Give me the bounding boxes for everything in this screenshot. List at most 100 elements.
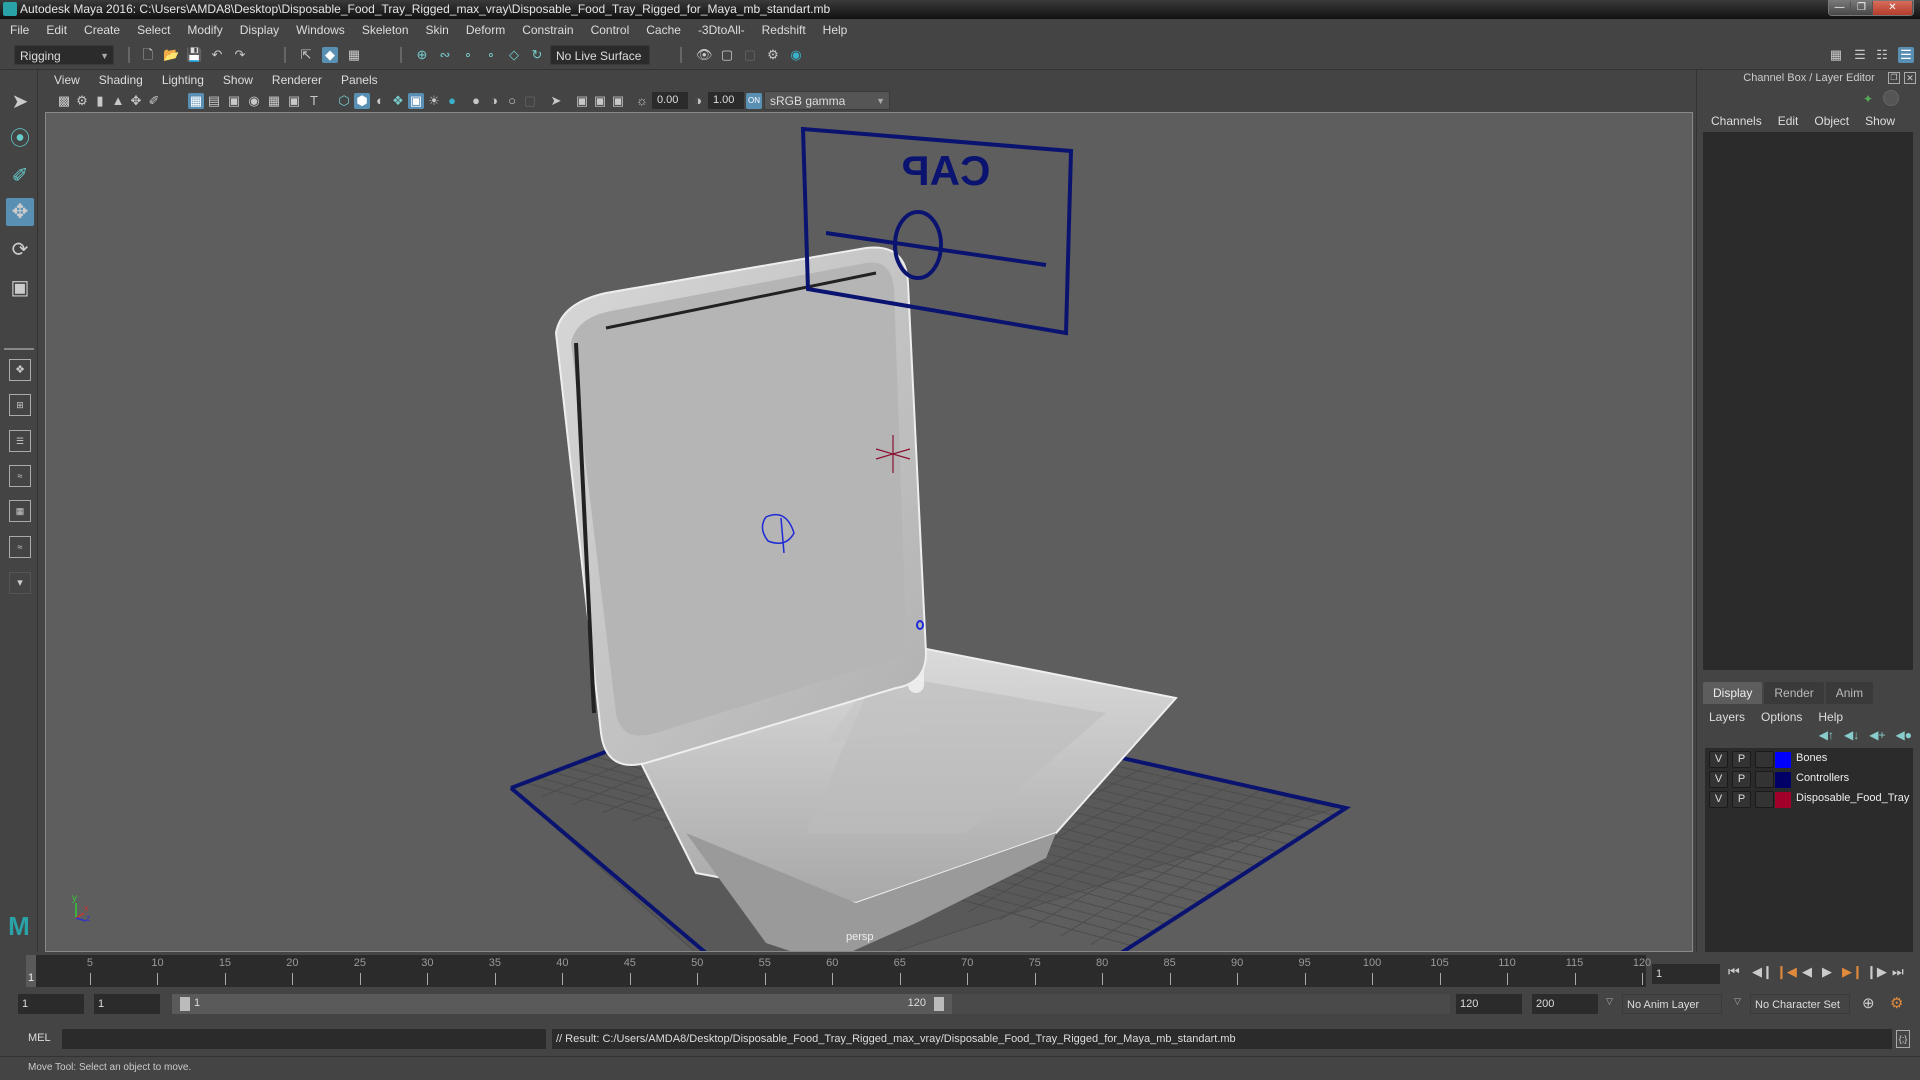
menu-redshift[interactable]: Redshift: [762, 23, 806, 37]
gate-mask-icon[interactable]: ◉: [246, 93, 262, 109]
command-language-toggle[interactable]: MEL: [28, 1032, 51, 1044]
menu-display[interactable]: Display: [240, 23, 279, 37]
move-layer-up-icon[interactable]: ◀↑: [1819, 728, 1834, 742]
grease-pencil-icon[interactable]: ✐: [146, 93, 162, 109]
menu-set-dropdown[interactable]: Rigging ▼: [14, 45, 114, 65]
menu-help[interactable]: Help: [823, 23, 848, 37]
snap-curve-icon[interactable]: ∾: [437, 47, 453, 63]
step-forward-key-icon[interactable]: ▶❙: [1842, 964, 1863, 980]
camera-attributes-icon[interactable]: ⚙: [74, 93, 90, 109]
display-type-toggle[interactable]: [1755, 791, 1774, 808]
visibility-toggle[interactable]: V: [1709, 791, 1728, 808]
color-space-dropdown[interactable]: sRGB gamma ▼: [764, 91, 890, 110]
menu-create[interactable]: Create: [84, 23, 120, 37]
resolution-gate-icon[interactable]: ▣: [226, 93, 242, 109]
anti-aliasing-icon[interactable]: ◑: [486, 93, 502, 109]
playback-toggle[interactable]: P: [1732, 771, 1751, 788]
ipr-render-icon[interactable]: ▢: [742, 47, 758, 63]
options-menu[interactable]: Options: [1761, 710, 1802, 724]
viewport-menu-view[interactable]: View: [54, 73, 80, 87]
move-layer-down-icon[interactable]: ◀↓: [1844, 728, 1859, 742]
paint-select-tool-icon[interactable]: ✐: [6, 162, 34, 190]
auto-key-icon[interactable]: ⊕: [1862, 994, 1875, 1012]
single-perspective-layout-icon[interactable]: ❖: [9, 359, 31, 381]
layer-name[interactable]: Controllers: [1796, 772, 1849, 784]
tab-render[interactable]: Render: [1764, 682, 1824, 704]
select-camera-icon[interactable]: ▩: [56, 93, 72, 109]
exposure-field[interactable]: 0.00: [652, 92, 688, 109]
step-back-frame-icon[interactable]: ◀❙: [1752, 964, 1773, 980]
step-back-key-icon[interactable]: ❙◀: [1776, 964, 1797, 980]
persp-graph-layout-icon[interactable]: ≈: [9, 465, 31, 487]
restore-button[interactable]: ❐: [1851, 1, 1873, 15]
range-start-handle[interactable]: [180, 997, 190, 1011]
gamma-field[interactable]: 1.00: [708, 92, 744, 109]
safe-action-icon[interactable]: ▣: [286, 93, 302, 109]
chevron-down-icon[interactable]: ▽: [1606, 996, 1613, 1007]
layer-color-swatch[interactable]: [1775, 792, 1791, 808]
snap-point-icon[interactable]: ∘: [460, 47, 476, 63]
make-live-icon[interactable]: ↻: [529, 47, 545, 63]
move-tool-icon[interactable]: ✥: [6, 198, 34, 226]
backface-icon[interactable]: ▣: [610, 93, 626, 109]
default-material-icon[interactable]: ◐: [372, 93, 388, 109]
perspective-viewport[interactable]: CAP y x z persp: [45, 112, 1693, 952]
close-button[interactable]: ✕: [1873, 1, 1913, 15]
channel-box-toggle-icon[interactable]: ☰: [1898, 47, 1914, 63]
layer-row[interactable]: V P Disposable_Food_Tray: [1705, 790, 1913, 810]
start-time-field[interactable]: 1: [18, 994, 84, 1014]
select-object-icon[interactable]: ◆: [322, 47, 338, 63]
menu-deform[interactable]: Deform: [466, 23, 505, 37]
playback-start-field[interactable]: 1: [94, 994, 160, 1014]
use-all-lights-icon[interactable]: ▣: [408, 93, 424, 109]
layer-color-swatch[interactable]: [1775, 772, 1791, 788]
xray-joints-icon[interactable]: ▣: [574, 93, 590, 109]
select-hierarchy-icon[interactable]: ⇱: [298, 47, 314, 63]
layer-name[interactable]: Disposable_Food_Tray: [1796, 792, 1909, 804]
live-surface-field[interactable]: No Live Surface: [550, 45, 650, 65]
layer-row[interactable]: V P Bones: [1705, 750, 1913, 770]
shadows-icon[interactable]: ☀: [426, 93, 442, 109]
range-slider[interactable]: 1 120: [172, 994, 952, 1014]
channels-menu[interactable]: Channels: [1711, 114, 1762, 128]
hypershade-persp-layout-icon[interactable]: ▦: [9, 500, 31, 522]
menu-skin[interactable]: Skin: [426, 23, 449, 37]
show-menu[interactable]: Show: [1865, 114, 1895, 128]
snap-view-plane-icon[interactable]: ∘: [483, 47, 499, 63]
layer-row[interactable]: V P Controllers: [1705, 770, 1913, 790]
select-tool-icon[interactable]: ➤: [6, 88, 34, 116]
scale-tool-icon[interactable]: ▣: [6, 274, 34, 302]
smooth-shade-icon[interactable]: ⬢: [354, 93, 370, 109]
undo-icon[interactable]: ↶: [209, 47, 225, 63]
isolate-select-icon[interactable]: ➤: [548, 93, 564, 109]
render-settings-icon[interactable]: ⚙: [765, 47, 781, 63]
new-scene-icon[interactable]: 🗋: [140, 47, 156, 63]
snap-grid-icon[interactable]: ⊕: [414, 47, 430, 63]
modeling-toolkit-icon[interactable]: ▦: [1828, 47, 1844, 63]
manipulator-icon[interactable]: ✦: [1863, 92, 1873, 106]
channel-list[interactable]: [1703, 132, 1913, 670]
visibility-toggle[interactable]: V: [1709, 771, 1728, 788]
tool-settings-icon[interactable]: ☷: [1874, 47, 1890, 63]
render-frame-icon[interactable]: ▢: [719, 47, 735, 63]
depth-of-field-icon[interactable]: ○: [504, 93, 520, 109]
help-menu[interactable]: Help: [1818, 710, 1843, 724]
layer-name[interactable]: Bones: [1796, 752, 1827, 764]
new-layer-icon[interactable]: ◀+: [1869, 728, 1885, 742]
wireframe-icon[interactable]: ⬡: [336, 93, 352, 109]
open-scene-icon[interactable]: 📂: [163, 47, 179, 63]
menu-skeleton[interactable]: Skeleton: [362, 23, 409, 37]
viewport-menu-lighting[interactable]: Lighting: [162, 73, 204, 87]
menu-constrain[interactable]: Constrain: [522, 23, 573, 37]
end-time-field[interactable]: 200: [1532, 994, 1598, 1014]
safe-title-icon[interactable]: T: [306, 93, 322, 109]
menu-windows[interactable]: Windows: [296, 23, 345, 37]
render-view-icon[interactable]: 👁: [696, 47, 713, 63]
edit-menu[interactable]: Edit: [1778, 114, 1799, 128]
snap-live-icon[interactable]: ◇: [506, 47, 522, 63]
menu-select[interactable]: Select: [137, 23, 170, 37]
ambient-occlusion-icon[interactable]: ●: [444, 93, 460, 109]
textured-icon[interactable]: ❖: [390, 93, 406, 109]
rotate-tool-icon[interactable]: ⟳: [6, 236, 34, 264]
close-panel-icon[interactable]: ✕: [1904, 72, 1916, 84]
